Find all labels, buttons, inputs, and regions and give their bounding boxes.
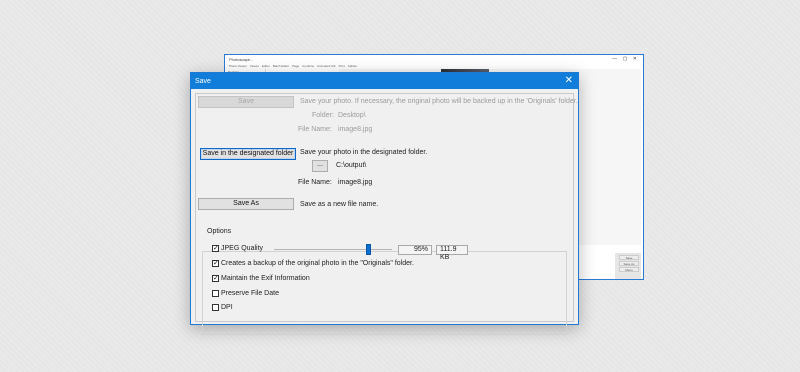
jpeg-quality-label: JPEG Quality: [221, 245, 264, 252]
jpeg-quality-checkbox[interactable]: ✓: [212, 245, 219, 252]
maintain-exif-label: Maintain the Exif Information: [221, 275, 310, 282]
dialog-title: Save: [195, 77, 211, 85]
background-tab[interactable]: Combine: [302, 64, 314, 68]
background-tab[interactable]: Print: [339, 64, 345, 68]
dpi-label: DPI: [221, 304, 233, 311]
save-designated-description: Save your photo in the designated folder…: [300, 149, 428, 156]
option-create-backup[interactable]: ✓ Creates a backup of the original photo…: [212, 260, 414, 267]
background-window-title: Photoscape...: [229, 56, 254, 62]
preserve-file-date-label: Preserve File Date: [221, 290, 279, 297]
background-panel-button[interactable]: Menu: [619, 267, 639, 272]
file-size-display: 111.9 KB: [436, 245, 468, 261]
browse-folder-button[interactable]: ...: [312, 160, 328, 172]
option-jpeg-quality[interactable]: ✓ JPEG Quality: [212, 245, 263, 252]
dialog-titlebar: Save ✕: [191, 73, 578, 89]
option-maintain-exif[interactable]: ✓ Maintain the Exif Information: [212, 275, 310, 282]
file-name-value: image8.jpg: [338, 126, 373, 133]
file-name-value-2: image8.jpg: [338, 179, 373, 186]
create-backup-label: Creates a backup of the original photo i…: [221, 260, 414, 267]
file-name-label: File Name:: [298, 126, 332, 133]
background-titlebar: Photoscape... — ▢ ✕: [225, 55, 643, 63]
maintain-exif-checkbox[interactable]: ✓: [212, 275, 219, 282]
dialog-body: Save Save your photo. If necessary, the …: [195, 93, 578, 335]
output-folder-path: C:\output\: [336, 162, 367, 169]
background-tab[interactable]: Animated GIF: [317, 64, 336, 68]
jpeg-quality-slider-thumb[interactable]: [365, 244, 371, 255]
background-panel-buttons: Save Save As Menu: [619, 255, 641, 279]
background-tab[interactable]: Batch Editor: [273, 64, 289, 68]
background-tab[interactable]: Page: [292, 64, 299, 68]
save-button[interactable]: Save: [198, 96, 294, 108]
dpi-checkbox[interactable]: [212, 304, 219, 311]
save-description: Save your photo. If necessary, the origi…: [300, 98, 578, 105]
background-panel-button[interactable]: Save: [619, 255, 639, 260]
save-designated-folder-button[interactable]: Save in the designated folder: [200, 148, 296, 160]
jpeg-quality-slider-track[interactable]: [274, 249, 392, 250]
folder-label: Folder:: [312, 112, 334, 119]
background-tab[interactable]: Editor: [262, 64, 270, 68]
preserve-file-date-checkbox[interactable]: [212, 290, 219, 297]
save-as-description: Save as a new file name.: [300, 201, 379, 208]
background-window-controls[interactable]: — ▢ ✕: [612, 56, 639, 62]
background-tab[interactable]: Photo Viewer: [229, 64, 247, 68]
background-tab[interactable]: Viewer: [250, 64, 259, 68]
option-dpi[interactable]: DPI: [212, 304, 233, 311]
save-as-button[interactable]: Save As: [198, 198, 294, 210]
folder-value: Desktop\: [338, 112, 366, 119]
option-preserve-file-date[interactable]: Preserve File Date: [212, 290, 279, 297]
file-name-label-2: File Name:: [298, 179, 332, 186]
options-group-label: Options: [206, 228, 233, 235]
background-tab[interactable]: Splitter: [348, 64, 357, 68]
save-dialog: Save ✕ Save Save your photo. If necessar…: [190, 72, 579, 335]
jpeg-quality-value: 95%: [398, 245, 432, 255]
close-icon[interactable]: ✕: [565, 76, 573, 86]
create-backup-checkbox[interactable]: ✓: [212, 260, 219, 267]
background-panel-button[interactable]: Save As: [619, 261, 639, 266]
